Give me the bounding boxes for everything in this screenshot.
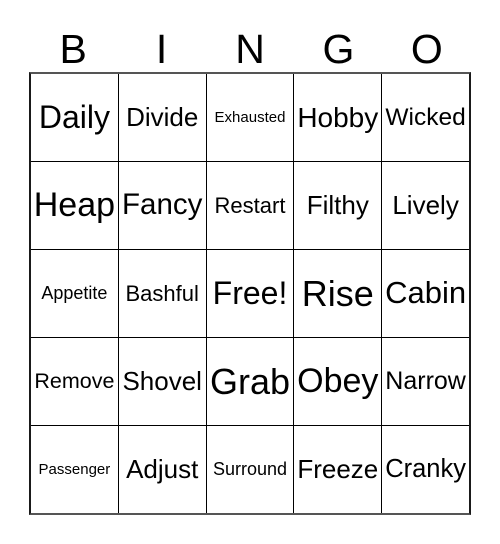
bingo-cell[interactable]: Heap [31,162,119,249]
bingo-cell[interactable]: Obey [294,338,383,425]
bingo-cell[interactable]: Hobby [294,74,383,161]
bingo-cell-label: Heap [33,185,116,224]
bingo-cell[interactable]: Appetite [31,250,119,337]
bingo-cell[interactable]: Daily [31,74,119,161]
bingo-cell-label: Rise [301,272,374,314]
bingo-cell-label: Adjust [126,453,199,484]
bingo-cell-label: Cranky [385,455,466,484]
bingo-header-letter-g: G [322,26,355,72]
bingo-cell-label: Exhausted [214,108,286,126]
bingo-cell[interactable]: Divide [118,74,207,161]
bingo-cell[interactable]: Freeze [294,426,383,513]
bingo-cell[interactable]: Surround [206,426,295,513]
bingo-cell[interactable]: Grab [206,338,295,425]
bingo-header-letter-i: I [155,26,168,72]
bingo-cell-label: Remove [34,369,115,394]
bingo-header-letter-o: O [410,26,443,72]
bingo-row: Appetite Bashful Free! Rise Cabin [31,250,469,338]
bingo-cell-label: Bashful [125,280,199,306]
bingo-cell-label: Appetite [41,283,108,304]
bingo-free-space-label: Free! [212,274,288,311]
bingo-cell[interactable]: Bashful [118,250,207,337]
bingo-cell[interactable]: Remove [31,338,119,425]
bingo-cell[interactable]: Passenger [31,426,119,513]
bingo-grid: Daily Divide Exhausted Hobby Wicked Heap… [29,72,471,515]
bingo-cell-label: Filthy [306,189,369,220]
bingo-cell[interactable]: Adjust [118,426,207,513]
bingo-cell[interactable]: Lively [382,162,469,249]
bingo-cell-label: Restart [214,192,286,218]
bingo-cell-label: Freeze [297,453,379,484]
bingo-header-row: B I N G O [29,18,471,70]
bingo-cell[interactable]: Exhausted [206,74,295,161]
bingo-cell-label: Grab [209,360,291,402]
bingo-header-letter-b: B [59,26,87,72]
bingo-cell[interactable]: Wicked [382,74,469,161]
bingo-cell[interactable]: Cranky [382,426,469,513]
bingo-cell-label: Divide [126,101,199,132]
bingo-cell[interactable]: Narrow [382,338,469,425]
bingo-cell[interactable]: Filthy [294,162,383,249]
bingo-cell-label: Cabin [385,275,467,311]
bingo-cell-label: Hobby [297,101,379,133]
bingo-cell-label: Shovel [122,365,202,396]
bingo-cell-label: Wicked [385,103,466,131]
bingo-header-letter-n: N [235,26,265,72]
bingo-row: Passenger Adjust Surround Freeze Cranky [31,426,469,513]
bingo-cell[interactable]: Restart [206,162,295,249]
bingo-cell[interactable]: Shovel [118,338,207,425]
bingo-cell-label: Narrow [385,367,466,396]
bingo-row: Daily Divide Exhausted Hobby Wicked [31,74,469,162]
bingo-cell-label: Passenger [38,460,111,478]
bingo-cell[interactable]: Rise [294,250,383,337]
bingo-row: Heap Fancy Restart Filthy Lively [31,162,469,250]
bingo-card: B I N G O Daily Divide Exhausted Hobby W… [0,0,500,544]
bingo-cell-label: Fancy [122,188,203,222]
bingo-cell-label: Obey [297,361,379,400]
bingo-cell[interactable]: Fancy [118,162,207,249]
bingo-cell[interactable]: Cabin [382,250,469,337]
bingo-row: Remove Shovel Grab Obey Narrow [31,338,469,426]
bingo-cell-label: Daily [38,98,110,135]
bingo-cell-label: Lively [392,189,459,220]
bingo-free-space-cell[interactable]: Free! [206,250,295,337]
bingo-cell-label: Surround [212,459,288,480]
